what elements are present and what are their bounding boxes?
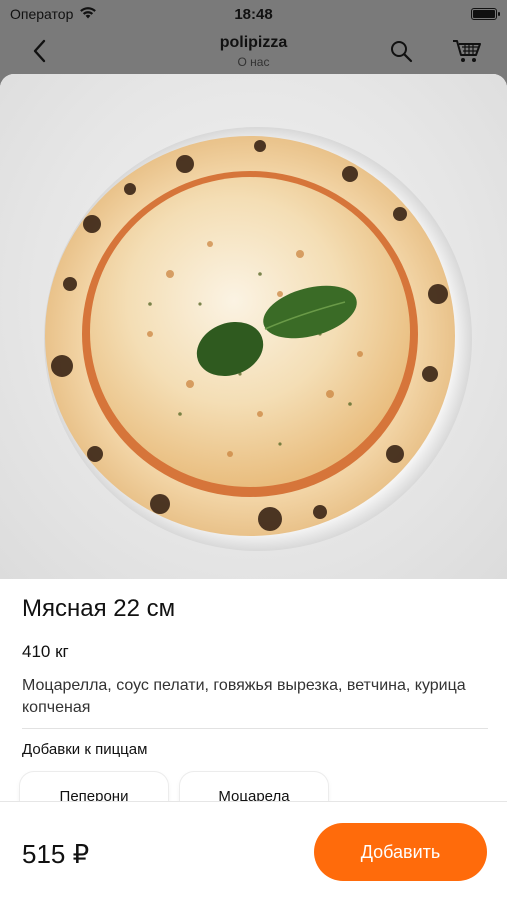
wifi-icon <box>79 6 97 22</box>
add-to-cart-button[interactable]: Добавить <box>314 823 487 881</box>
search-button[interactable] <box>386 36 416 66</box>
battery-icon <box>471 8 500 20</box>
search-icon <box>391 41 413 63</box>
page-title: polipizza <box>219 34 288 51</box>
status-left: Оператор <box>10 6 97 22</box>
divider <box>22 728 488 729</box>
product-price: 515 ₽ <box>22 839 90 869</box>
product-sheet: Мясная 22 см 410 кг Моцарелла, соус пела… <box>0 74 507 900</box>
nav-bar: polipizza О нас <box>0 28 507 74</box>
addons-title: Добавки к пиццам <box>22 741 148 758</box>
pizza-image <box>44 127 472 551</box>
cart-button[interactable] <box>450 36 484 66</box>
nav-titles: polipizza О нас <box>0 34 507 69</box>
product-weight: 410 кг <box>22 642 69 661</box>
about-link[interactable]: О нас <box>0 55 507 69</box>
product-description: Моцарелла, соус пелати, говяжья вырезка,… <box>22 677 466 716</box>
cart-icon <box>453 40 481 62</box>
status-time: 18:48 <box>234 6 273 23</box>
carrier-label: Оператор <box>10 6 74 22</box>
checkout-bar: 515 ₽ Добавить <box>0 801 507 900</box>
product-photo <box>0 74 507 579</box>
status-bar: Оператор 18:48 <box>0 0 507 28</box>
product-name: Мясная 22 см <box>22 595 176 622</box>
